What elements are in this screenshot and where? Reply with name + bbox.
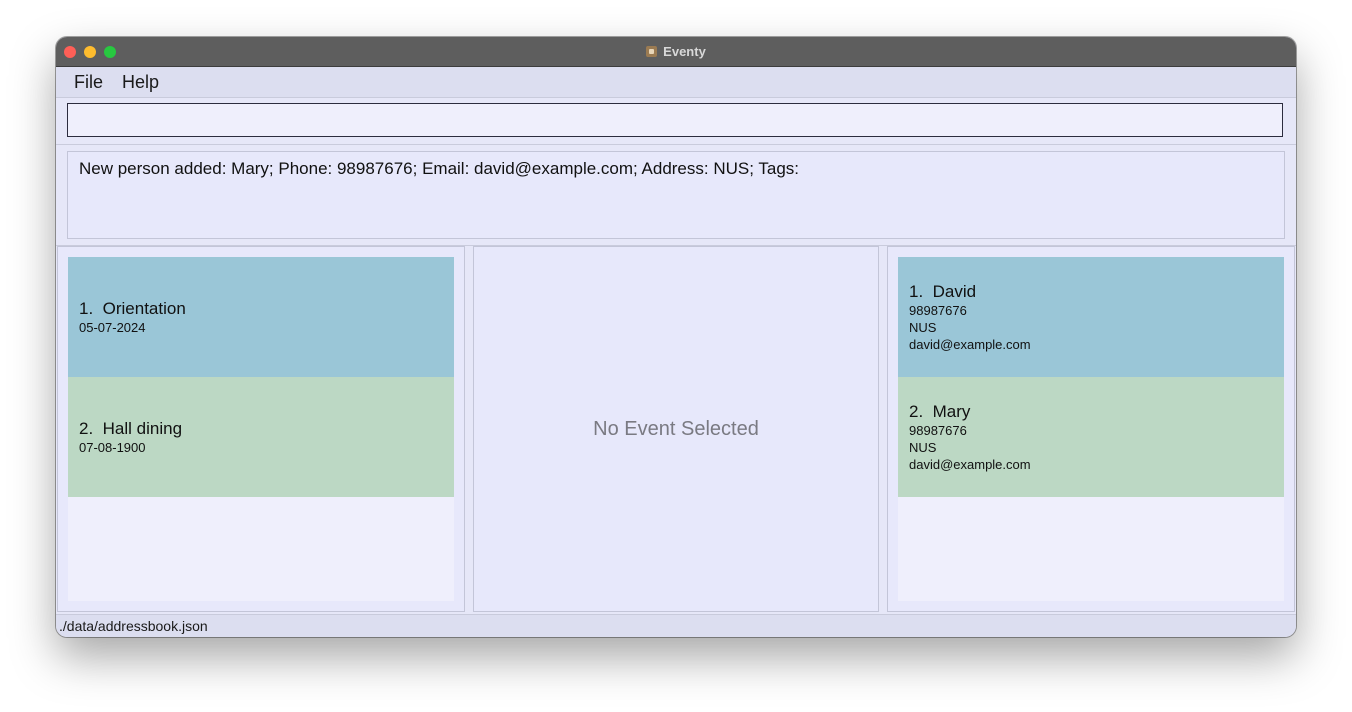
command-box-area	[56, 98, 1296, 145]
person-list[interactable]: 1. David 98987676 NUS david@example.com …	[898, 257, 1284, 601]
person-card-title: 2. Mary	[909, 402, 1273, 422]
event-date: 07-08-1900	[79, 439, 146, 455]
menu-file[interactable]: File	[68, 67, 109, 97]
person-index: 1.	[909, 281, 924, 301]
window-title-text: Eventy	[663, 44, 706, 59]
app-icon	[646, 46, 658, 57]
person-card[interactable]: 2. Mary 98987676 NUS david@example.com	[898, 377, 1284, 497]
event-name: Hall dining	[102, 418, 183, 438]
person-email: david@example.com	[909, 456, 1031, 472]
menu-help[interactable]: Help	[116, 67, 165, 97]
person-name: Mary	[932, 401, 971, 421]
window-title: Eventy	[56, 37, 1296, 66]
result-display-area: New person added: Mary; Phone: 98987676;…	[56, 145, 1296, 246]
event-index: 2.	[79, 418, 94, 438]
app-window: Eventy File Help New person added: Mary;…	[56, 37, 1296, 637]
event-card[interactable]: 2. Hall dining 07-08-1900	[68, 377, 454, 497]
data-file-path: ./data/addressbook.json	[59, 618, 208, 634]
person-card[interactable]: 1. David 98987676 NUS david@example.com	[898, 257, 1284, 377]
event-card-title: 2. Hall dining	[79, 419, 443, 439]
event-card[interactable]: 1. Orientation 05-07-2024	[68, 257, 454, 377]
command-input[interactable]	[67, 103, 1283, 137]
title-bar[interactable]: Eventy	[56, 37, 1296, 67]
menu-bar: File Help	[56, 67, 1296, 98]
person-address: NUS	[909, 319, 937, 335]
person-list-panel: 1. David 98987676 NUS david@example.com …	[887, 246, 1295, 612]
person-index: 2.	[909, 401, 924, 421]
person-phone: 98987676	[909, 422, 967, 438]
status-bar: ./data/addressbook.json	[56, 614, 1296, 637]
person-card-title: 1. David	[909, 282, 1273, 302]
result-display: New person added: Mary; Phone: 98987676;…	[67, 151, 1285, 239]
person-phone: 98987676	[909, 302, 967, 318]
event-name: Orientation	[102, 298, 186, 318]
event-list[interactable]: 1. Orientation 05-07-2024 2. Hall dining…	[68, 257, 454, 601]
event-list-panel: 1. Orientation 05-07-2024 2. Hall dining…	[57, 246, 465, 612]
person-address: NUS	[909, 439, 937, 455]
event-card-title: 1. Orientation	[79, 299, 443, 319]
no-event-selected-label: No Event Selected	[593, 417, 759, 440]
event-detail-panel: No Event Selected	[473, 246, 879, 612]
event-date: 05-07-2024	[79, 319, 146, 335]
event-index: 1.	[79, 298, 94, 318]
person-email: david@example.com	[909, 336, 1031, 352]
person-name: David	[932, 281, 977, 301]
